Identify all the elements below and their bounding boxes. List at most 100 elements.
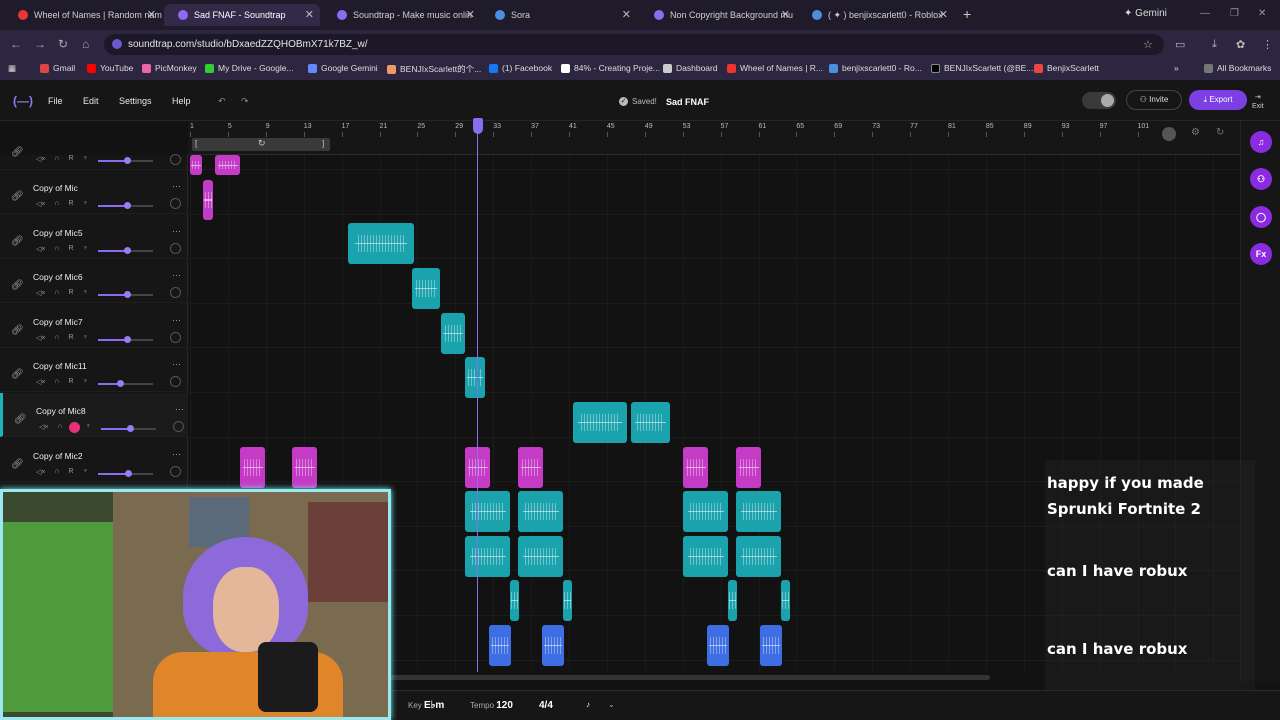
bookmark-wheel-of-names[interactable]: Wheel of Names | R... xyxy=(727,63,823,73)
track-name[interactable]: Copy of Mic2 xyxy=(33,451,83,461)
tune-icon[interactable]: ♆ xyxy=(83,468,88,476)
audio-clip[interactable] xyxy=(736,491,781,532)
tune-icon[interactable]: ♆ xyxy=(83,334,88,342)
audio-clip[interactable] xyxy=(683,491,728,532)
tuner-icon[interactable]: ♪ xyxy=(586,700,590,709)
bookmark-gmail[interactable]: Gmail xyxy=(40,63,75,73)
forward-icon[interactable]: → xyxy=(34,37,46,51)
mute-icon[interactable]: ◁× xyxy=(36,289,45,297)
tab-soundtrap[interactable]: Soundtrap - Make music onlin ✕ xyxy=(323,4,481,26)
link-icon[interactable]: 🔗︎ xyxy=(14,414,27,425)
audio-clip[interactable] xyxy=(518,447,543,488)
link-icon[interactable]: 🔗︎ xyxy=(11,325,24,336)
more-icon[interactable]: ··· xyxy=(172,270,181,280)
audio-clip[interactable] xyxy=(518,491,563,532)
tune-icon[interactable]: ♆ xyxy=(83,200,88,208)
bookmark-youtube[interactable]: YouTube xyxy=(87,63,133,73)
volume-slider[interactable] xyxy=(98,469,153,477)
audio-clip[interactable] xyxy=(631,402,670,443)
record-armed-icon[interactable] xyxy=(69,422,80,433)
tempo-selector[interactable]: Tempo 120 xyxy=(470,700,513,711)
audio-clip[interactable] xyxy=(465,357,485,398)
star-icon[interactable]: ☆ xyxy=(1143,38,1153,51)
close-icon[interactable]: ✕ xyxy=(939,8,948,21)
audio-clip[interactable] xyxy=(728,580,737,621)
pan-knob[interactable] xyxy=(170,198,181,209)
headphones-icon[interactable]: ∩ xyxy=(54,289,59,297)
apps-icon[interactable]: ▦ xyxy=(8,63,16,74)
tab-background-music[interactable]: Non Copyright Background mu ✕ xyxy=(640,4,796,26)
track-partial[interactable]: 🔗︎ ◁× ∩ R ♆ xyxy=(0,147,188,170)
audio-clip[interactable] xyxy=(412,268,440,309)
audio-clip[interactable] xyxy=(348,223,414,264)
audio-clip[interactable] xyxy=(465,536,510,577)
headphones-icon[interactable]: ∩ xyxy=(54,245,59,253)
link-icon[interactable]: 🔗︎ xyxy=(11,280,24,291)
bookmark-benjixscarlett[interactable]: BENJIxScarlett的个... xyxy=(387,63,481,75)
project-title[interactable]: Sad FNAF xyxy=(666,97,709,107)
audio-clip[interactable] xyxy=(292,447,317,488)
redo-icon[interactable]: ↷ xyxy=(241,96,249,107)
record-arm-button[interactable]: R xyxy=(69,289,74,297)
record-arm-button[interactable]: R xyxy=(69,378,74,386)
link-icon[interactable]: 🔗︎ xyxy=(11,369,24,380)
audio-clip[interactable] xyxy=(707,625,729,666)
audio-clip[interactable] xyxy=(203,180,213,220)
all-bookmarks[interactable]: All Bookmarks xyxy=(1204,63,1271,73)
pan-knob[interactable] xyxy=(170,287,181,299)
pan-knob[interactable] xyxy=(170,331,181,343)
audio-clip[interactable] xyxy=(542,625,564,666)
headphones-icon[interactable]: ∩ xyxy=(54,155,59,163)
more-icon[interactable]: ··· xyxy=(172,226,181,236)
link-icon[interactable]: 🔗︎ xyxy=(11,459,24,470)
audio-clip[interactable] xyxy=(465,491,510,532)
audio-clip[interactable] xyxy=(215,155,240,175)
audio-clip[interactable] xyxy=(441,313,465,354)
mute-icon[interactable]: ◁× xyxy=(36,334,45,342)
more-icon[interactable]: ··· xyxy=(172,359,181,369)
reload-icon[interactable]: ↻ xyxy=(58,37,68,51)
headphones-icon[interactable]: ∩ xyxy=(54,468,59,476)
bookmark-drive[interactable]: My Drive - Google... xyxy=(205,63,294,73)
pan-knob[interactable] xyxy=(170,154,181,165)
tune-icon[interactable]: ♆ xyxy=(83,289,88,297)
more-bookmarks-icon[interactable]: » xyxy=(1174,63,1179,73)
site-info-icon[interactable] xyxy=(112,39,122,49)
volume-slider[interactable] xyxy=(98,157,153,164)
close-window-icon[interactable]: ✕ xyxy=(1258,8,1266,19)
time-signature[interactable]: 4/4 xyxy=(539,700,553,711)
instruments-icon[interactable]: ♫ xyxy=(1250,131,1272,153)
link-icon[interactable]: 🔗︎ xyxy=(11,147,24,158)
pan-knob[interactable] xyxy=(170,242,181,254)
track-name[interactable]: Copy of Mic xyxy=(33,183,78,193)
track-row[interactable]: Copy of Mic6 ··· 🔗︎ ◁× ∩ R ♆ xyxy=(0,259,188,304)
soundtrap-logo-icon[interactable]: (—) xyxy=(13,94,33,108)
loop-toggle-icon[interactable]: ↻ xyxy=(1216,127,1224,138)
exit-button[interactable]: ⇥ Exit xyxy=(1252,93,1264,111)
record-arm-button[interactable]: R xyxy=(69,200,74,208)
mute-icon[interactable]: ◁× xyxy=(36,245,45,253)
volume-slider[interactable] xyxy=(98,291,153,299)
track-name[interactable]: Copy of Mic6 xyxy=(33,272,83,282)
mute-icon[interactable]: ◁× xyxy=(36,468,45,476)
tab-sora[interactable]: Sora ✕ xyxy=(481,4,637,26)
extension-icon[interactable]: ✿ xyxy=(1236,38,1245,51)
link-icon[interactable]: 🔗︎ xyxy=(11,191,24,202)
link-icon[interactable]: 🔗︎ xyxy=(11,236,24,247)
audio-clip[interactable] xyxy=(573,402,627,443)
invite-button[interactable]: ⚇ Invite xyxy=(1126,90,1182,110)
menu-edit[interactable]: Edit xyxy=(83,96,99,106)
track-row[interactable]: Copy of Mic ··· 🔗︎ ◁× ∩ R ♆ xyxy=(0,170,188,214)
record-arm-button[interactable]: R xyxy=(69,245,74,253)
tab-roblox[interactable]: ( ✦ ) benjixscarlett0 - Roblox ✕ xyxy=(798,4,954,26)
audio-clip[interactable] xyxy=(736,536,781,577)
track-name[interactable]: Copy of Mic11 xyxy=(33,361,87,371)
cast-icon[interactable]: ▭ xyxy=(1175,38,1185,51)
bookmark-facebook[interactable]: (1) Facebook xyxy=(489,63,552,73)
metronome-icon[interactable] xyxy=(1162,127,1176,141)
audio-clip[interactable] xyxy=(760,625,782,666)
url-input[interactable]: soundtrap.com/studio/bDxaedZZQHOBmX71k7B… xyxy=(104,34,1164,55)
audio-clip[interactable] xyxy=(683,447,708,488)
bookmark-creating-project[interactable]: 84% - Creating Proje... xyxy=(561,63,660,73)
tune-icon[interactable]: ♆ xyxy=(83,245,88,253)
